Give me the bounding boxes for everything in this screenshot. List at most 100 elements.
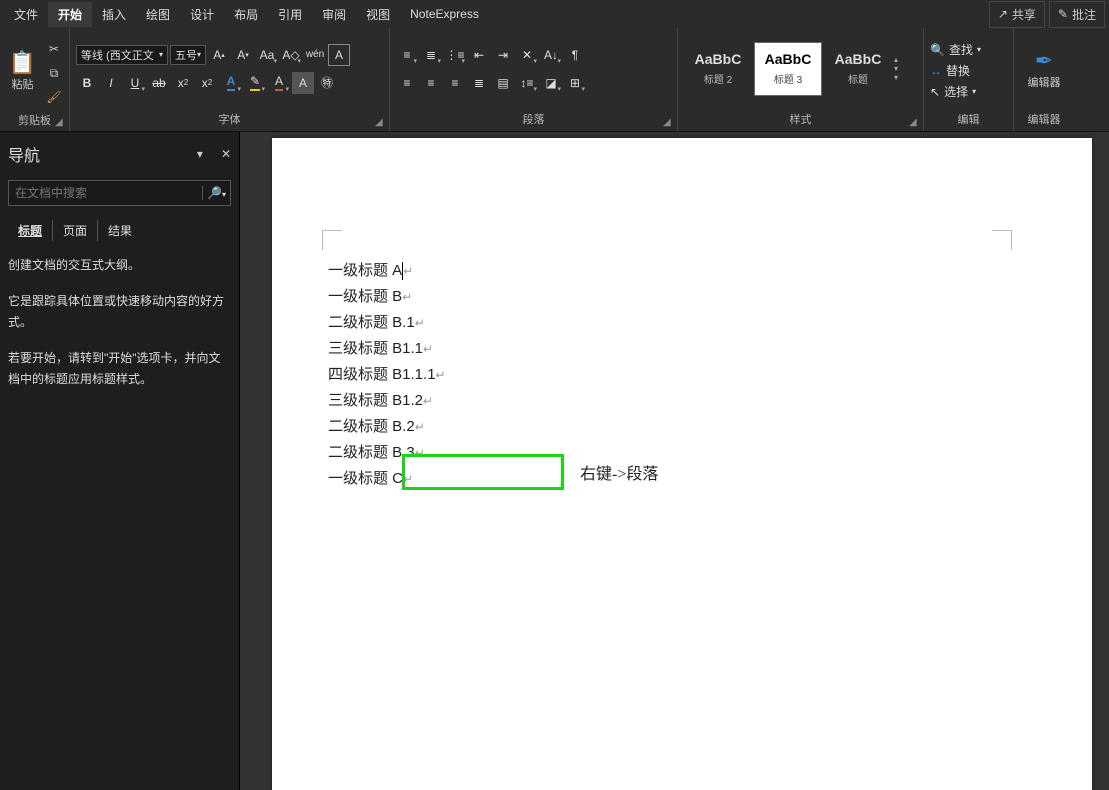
- style-title[interactable]: AaBbC 标题: [824, 42, 892, 96]
- menu-layout[interactable]: 布局: [224, 2, 268, 27]
- annotation-text: 右键->段落: [580, 460, 658, 484]
- align-distribute-button[interactable]: ▤: [492, 72, 514, 94]
- styles-launcher[interactable]: ◢: [909, 117, 921, 129]
- tab-pages[interactable]: 页面: [53, 220, 98, 241]
- nav-menu-button[interactable]: ▾: [197, 147, 203, 161]
- copy-button[interactable]: ⧉: [45, 64, 63, 82]
- share-icon: ↗: [998, 7, 1008, 21]
- editor-icon: ✒: [1035, 48, 1053, 74]
- tab-headings[interactable]: 标题: [8, 220, 53, 241]
- borders-button[interactable]: ⊞: [564, 72, 586, 94]
- paragraph-launcher[interactable]: ◢: [663, 117, 675, 129]
- menu-noteexpress[interactable]: NoteExpress: [400, 3, 489, 25]
- paste-button[interactable]: 📋 粘贴: [6, 46, 39, 92]
- phonetic-button[interactable]: wén: [304, 44, 326, 66]
- strike-button[interactable]: ab: [148, 72, 170, 94]
- clear-format-button[interactable]: A◇: [280, 44, 302, 66]
- sort-icon: A↓: [544, 48, 558, 62]
- align-left-button[interactable]: ≡: [396, 72, 418, 94]
- char-border-button[interactable]: A: [328, 44, 350, 66]
- crop-mark: [322, 230, 342, 250]
- pilcrow-icon: ¶: [572, 48, 578, 62]
- doc-line[interactable]: 二级标题 B.1↵: [328, 310, 446, 336]
- superscript-button[interactable]: x2: [196, 72, 218, 94]
- italic-button[interactable]: I: [100, 72, 122, 94]
- numbering-icon: ≣: [426, 48, 436, 62]
- subscript-button[interactable]: x2: [172, 72, 194, 94]
- line-spacing-button[interactable]: ↕≡: [516, 72, 538, 94]
- highlight-button[interactable]: ✎: [244, 72, 266, 94]
- doc-line[interactable]: 一级标题 B↵: [328, 284, 446, 310]
- format-painter-button[interactable]: 🖌: [45, 88, 63, 106]
- menu-design[interactable]: 设计: [180, 2, 224, 27]
- font-name-combo[interactable]: 等线 (西文正文▾: [76, 45, 168, 65]
- select-button[interactable]: ↖选择▾: [930, 83, 981, 100]
- shading-button[interactable]: ◪: [540, 72, 562, 94]
- replace-button[interactable]: ↔替换: [930, 62, 981, 79]
- cut-button[interactable]: ✂: [45, 40, 63, 58]
- styles-gallery-more[interactable]: ▴▾▾: [894, 53, 908, 84]
- doc-line[interactable]: 四级标题 B1.1.1↵: [328, 362, 446, 388]
- bold-button[interactable]: B: [76, 72, 98, 94]
- align-center-button[interactable]: ≡: [420, 72, 442, 94]
- group-font: 等线 (西文正文▾ 五号▾ A▴ A▾ Aa A◇ wén A B I U ab…: [70, 28, 390, 131]
- shrink-font-button[interactable]: A▾: [232, 44, 254, 66]
- tab-results[interactable]: 结果: [98, 220, 142, 241]
- change-case-button[interactable]: Aa: [256, 44, 278, 66]
- sort-button[interactable]: A↓: [540, 44, 562, 66]
- line-spacing-icon: ↕≡: [520, 76, 533, 90]
- outdent-icon: ⇤: [474, 48, 484, 62]
- menu-references[interactable]: 引用: [268, 2, 312, 27]
- text-effects-button[interactable]: A: [220, 72, 242, 94]
- share-button[interactable]: ↗共享: [989, 1, 1045, 28]
- menu-file[interactable]: 文件: [4, 2, 48, 27]
- underline-button[interactable]: U: [124, 72, 146, 94]
- char-shading-button[interactable]: A: [292, 72, 314, 94]
- indent-increase-button[interactable]: ⇥: [492, 44, 514, 66]
- menu-review[interactable]: 审阅: [312, 2, 356, 27]
- font-size-combo[interactable]: 五号▾: [170, 45, 206, 65]
- multilevel-button[interactable]: ⋮≡: [444, 44, 466, 66]
- align-right-icon: ≡: [451, 76, 458, 90]
- comments-button[interactable]: ✎批注: [1049, 1, 1105, 28]
- group-label: 编辑器: [1014, 109, 1074, 131]
- align-justify-button[interactable]: ≣: [468, 72, 490, 94]
- menu-view[interactable]: 视图: [356, 2, 400, 27]
- crop-mark: [992, 230, 1012, 250]
- align-right-button[interactable]: ≡: [444, 72, 466, 94]
- style-heading2[interactable]: AaBbC 标题 2: [684, 42, 752, 96]
- nav-search-input[interactable]: [9, 186, 202, 200]
- menu-insert[interactable]: 插入: [92, 2, 136, 27]
- font-color-button[interactable]: A: [268, 72, 290, 94]
- enclose-char-button[interactable]: ㊕: [316, 72, 338, 94]
- bullets-button[interactable]: ≡: [396, 44, 418, 66]
- doc-line[interactable]: 一级标题 A↵: [328, 258, 446, 284]
- style-heading3[interactable]: AaBbC 标题 3: [754, 42, 822, 96]
- font-launcher[interactable]: ◢: [375, 117, 387, 129]
- asian-layout-button[interactable]: ✕: [516, 44, 538, 66]
- nav-search-button[interactable]: 🔎▾: [202, 186, 230, 200]
- indent-icon: ⇥: [498, 48, 508, 62]
- menu-draw[interactable]: 绘图: [136, 2, 180, 27]
- clipboard-launcher[interactable]: ◢: [55, 117, 67, 129]
- bullets-icon: ≡: [403, 48, 410, 62]
- document-page[interactable]: 一级标题 A↵ 一级标题 B↵ 二级标题 B.1↵ 三级标题 B1.1↵ 四级标…: [272, 138, 1092, 790]
- doc-line[interactable]: 三级标题 B1.1↵: [328, 336, 446, 362]
- ribbon: 📋 粘贴 ✂ ⧉ 🖌 剪贴板 ◢ 等线 (西文正文▾ 五号▾ A▴ A▾ Aa …: [0, 28, 1109, 132]
- grow-font-button[interactable]: A▴: [208, 44, 230, 66]
- nav-close-button[interactable]: ✕: [221, 147, 231, 161]
- indent-decrease-button[interactable]: ⇤: [468, 44, 490, 66]
- group-label: 样式: [678, 109, 923, 131]
- nav-title: 导航: [8, 142, 40, 166]
- menu-home[interactable]: 开始: [48, 2, 92, 27]
- doc-line[interactable]: 二级标题 B.2↵: [328, 414, 446, 440]
- justify-icon: ≣: [474, 76, 484, 90]
- group-label: 字体: [70, 109, 389, 131]
- doc-line[interactable]: 三级标题 B1.2↵: [328, 388, 446, 414]
- document-area[interactable]: 一级标题 A↵ 一级标题 B↵ 二级标题 B.1↵ 三级标题 B1.1↵ 四级标…: [240, 132, 1109, 790]
- numbering-button[interactable]: ≣: [420, 44, 442, 66]
- show-marks-button[interactable]: ¶: [564, 44, 586, 66]
- find-button[interactable]: 🔍查找▾: [930, 41, 981, 58]
- navigation-pane: 导航 ▾ ✕ 🔎▾ 标题 页面 结果 创建文档的交互式大纲。 它是跟踪具体位置或…: [0, 132, 240, 790]
- editor-button[interactable]: ✒ 编辑器: [1020, 48, 1068, 90]
